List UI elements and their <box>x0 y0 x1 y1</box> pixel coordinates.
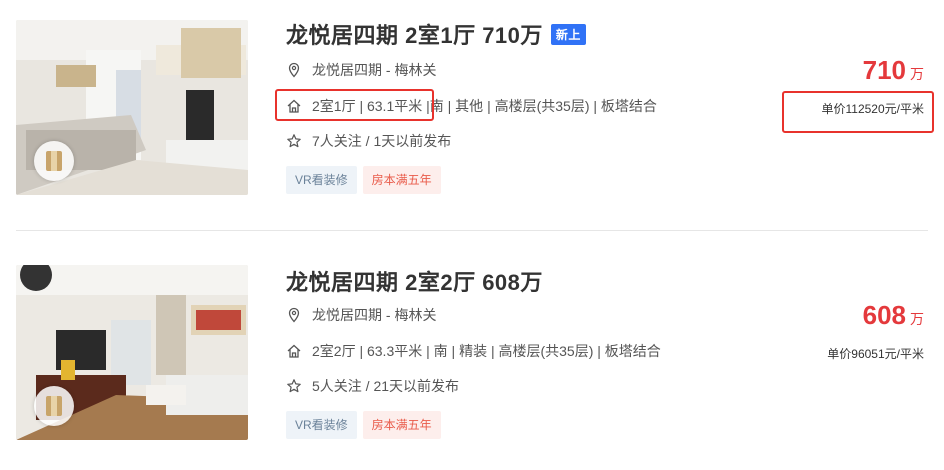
follow-row: 7人关注 / 1天以前发布 <box>286 131 451 151</box>
house-info: 2室2厅 | 63.3平米 | 南 | 精装 | 高楼层(共35层) | 板塔结… <box>312 343 661 359</box>
location-link[interactable]: 龙悦居四期 - 梅林关 <box>312 305 436 325</box>
location-row: 龙悦居四期 - 梅林关 <box>286 305 436 325</box>
listing-divider <box>16 230 928 231</box>
house-info-row: 2室2厅 | 63.3平米 | 南 | 精装 | 高楼层(共35层) | 板塔结… <box>286 341 661 361</box>
follow-info: 5人关注 / 21天以前发布 <box>312 378 460 394</box>
total-price-unit: 万 <box>910 66 924 82</box>
location-row: 龙悦居四期 - 梅林关 <box>286 60 436 80</box>
listing-card[interactable]: 龙悦居四期 2室2厅 608万 龙悦居四期 - 梅林关 2室2厅 | 63.3平… <box>0 245 944 445</box>
listing-title-text[interactable]: 龙悦居四期 2室1厅 710万 <box>286 23 543 48</box>
total-price: 710 万 <box>863 55 924 86</box>
listing-card[interactable]: 龙悦居四期 2室1厅 710万 新上 龙悦居四期 - 梅林关 2室1厅 | 63.… <box>0 0 944 200</box>
star-icon <box>287 379 301 393</box>
location-link[interactable]: 龙悦居四期 - 梅林关 <box>312 60 436 80</box>
house-icon <box>287 344 301 358</box>
listing-title[interactable]: 龙悦居四期 2室2厅 608万 <box>286 265 543 297</box>
house-info-details: 南 | 其他 | 高楼层(共35层) | 板塔结合 <box>429 98 657 114</box>
tag-vr-decor[interactable]: VR看装修 <box>286 166 357 194</box>
listing-photo[interactable] <box>16 20 248 195</box>
new-listing-badge: 新上 <box>550 24 586 45</box>
total-price-value: 710 <box>862 55 906 85</box>
highlight-box-layout <box>275 89 434 121</box>
follow-row: 5人关注 / 21天以前发布 <box>286 376 459 396</box>
tag-vr-decor[interactable]: VR看装修 <box>286 411 357 439</box>
map-pin-icon <box>288 62 300 78</box>
listing-title-text[interactable]: 龙悦居四期 2室2厅 608万 <box>286 270 543 295</box>
total-price-unit: 万 <box>910 311 924 327</box>
follow-info: 7人关注 / 1天以前发布 <box>312 133 452 149</box>
tag-list: VR看装修 房本满五年 <box>286 166 441 194</box>
tag-list: VR看装修 房本满五年 <box>286 411 441 439</box>
listing-title[interactable]: 龙悦居四期 2室1厅 710万 新上 <box>286 18 586 50</box>
map-pin-icon <box>288 307 300 323</box>
tag-five-years: 房本满五年 <box>362 166 441 194</box>
highlight-box-unit-price <box>782 91 934 133</box>
vr-badge-icon[interactable] <box>34 141 74 181</box>
vr-badge-icon[interactable] <box>34 386 74 426</box>
total-price: 608 万 <box>863 300 924 331</box>
unit-price: 单价96051元/平米 <box>827 347 924 361</box>
tag-five-years: 房本满五年 <box>362 411 441 439</box>
listing-photo[interactable] <box>16 265 248 440</box>
star-icon <box>287 134 301 148</box>
total-price-value: 608 <box>862 300 906 330</box>
